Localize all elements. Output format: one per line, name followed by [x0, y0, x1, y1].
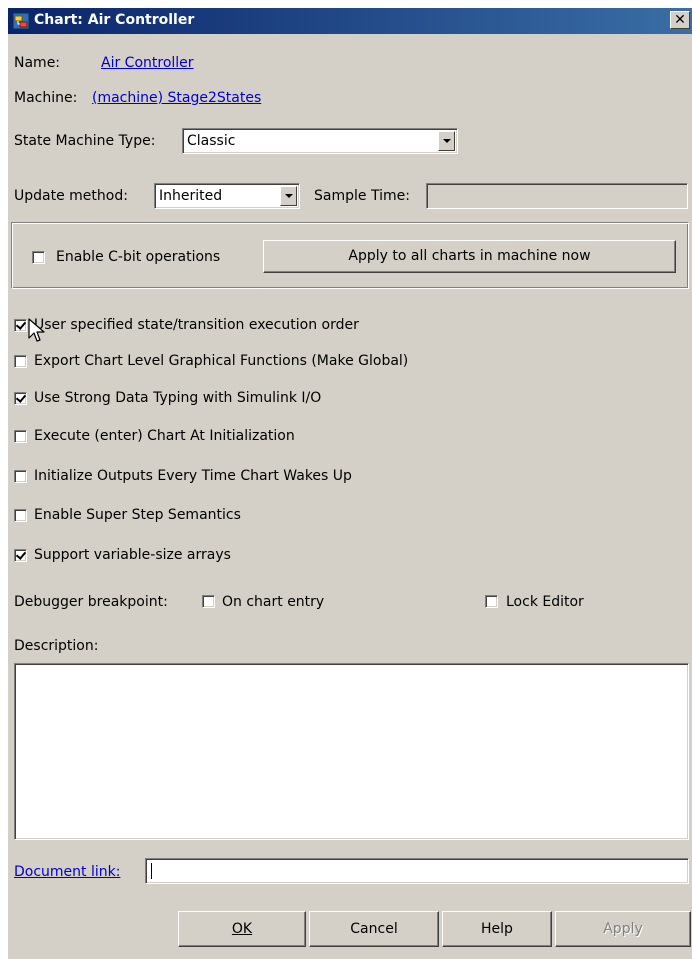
- option-checkbox[interactable]: [14, 509, 27, 522]
- help-button-label: Help: [481, 921, 513, 937]
- stateflow-chart-icon: [12, 12, 30, 30]
- help-button[interactable]: Help: [442, 911, 552, 947]
- mouse-pointer-icon: [28, 318, 45, 342]
- apply-to-all-charts-label: Apply to all charts in machine now: [348, 248, 591, 264]
- option-label: Support variable-size arrays: [34, 547, 231, 563]
- option-checkbox[interactable]: [14, 392, 27, 405]
- sample-time-label: Sample Time:: [314, 188, 410, 204]
- description-label: Description:: [14, 638, 99, 654]
- option-label: Execute (enter) Chart At Initialization: [34, 428, 295, 444]
- text-caret: [151, 863, 152, 879]
- option-label: Initialize Outputs Every Time Chart Wake…: [34, 468, 352, 484]
- state-machine-type-label: State Machine Type:: [14, 133, 156, 149]
- lock-editor-checkbox[interactable]: [485, 595, 498, 608]
- cancel-button[interactable]: Cancel: [309, 911, 439, 947]
- option-label: Use Strong Data Typing with Simulink I/O: [34, 390, 322, 406]
- option-checkbox[interactable]: [14, 319, 27, 332]
- on-chart-entry-checkbox[interactable]: [202, 595, 215, 608]
- close-icon: ✕: [674, 12, 686, 28]
- state-machine-type-value: Classic: [187, 133, 236, 149]
- close-button[interactable]: ✕: [670, 11, 690, 29]
- name-label: Name:: [14, 55, 61, 71]
- option-label: Enable Super Step Semantics: [34, 507, 241, 523]
- window-title: Chart: Air Controller: [34, 12, 195, 28]
- option-checkbox[interactable]: [14, 355, 27, 368]
- chevron-down-icon[interactable]: [280, 186, 297, 206]
- enable-cbit-checkbox[interactable]: [32, 251, 45, 264]
- option-checkbox[interactable]: [14, 430, 27, 443]
- debugger-breakpoint-label: Debugger breakpoint:: [14, 594, 168, 610]
- on-chart-entry-label: On chart entry: [222, 594, 325, 610]
- machine-label: Machine:: [14, 90, 78, 106]
- ok-button-label: OK: [231, 921, 253, 937]
- document-link-field[interactable]: [145, 858, 689, 884]
- chart-properties-dialog: Chart: Air Controller ✕ Name: Air Contro…: [8, 8, 692, 959]
- lock-editor-label: Lock Editor: [506, 594, 584, 610]
- update-method-select[interactable]: Inherited: [154, 183, 300, 209]
- option-label: User specified state/transition executio…: [34, 317, 359, 333]
- update-method-value: Inherited: [159, 188, 223, 204]
- option-label: Export Chart Level Graphical Functions (…: [34, 353, 409, 369]
- chevron-down-icon[interactable]: [438, 131, 455, 151]
- ok-button[interactable]: OK: [178, 911, 306, 947]
- title-bar[interactable]: Chart: Air Controller ✕: [8, 8, 692, 34]
- state-machine-type-select[interactable]: Classic: [182, 128, 458, 154]
- apply-button-label: Apply: [603, 921, 643, 937]
- option-checkbox[interactable]: [14, 549, 27, 562]
- apply-button[interactable]: Apply: [555, 911, 691, 947]
- document-link-label[interactable]: Document link:: [14, 864, 120, 880]
- cbit-group: Enable C-bit operations Apply to all cha…: [11, 222, 689, 289]
- update-method-label: Update method:: [14, 188, 128, 204]
- chart-name-link[interactable]: Air Controller: [101, 55, 194, 71]
- apply-to-all-charts-button[interactable]: Apply to all charts in machine now: [263, 240, 676, 273]
- machine-link[interactable]: (machine) Stage2States: [92, 90, 261, 106]
- description-textarea[interactable]: [14, 663, 689, 840]
- option-checkbox[interactable]: [14, 470, 27, 483]
- cancel-button-label: Cancel: [350, 921, 398, 937]
- sample-time-field[interactable]: [426, 183, 688, 209]
- enable-cbit-label: Enable C-bit operations: [56, 249, 221, 265]
